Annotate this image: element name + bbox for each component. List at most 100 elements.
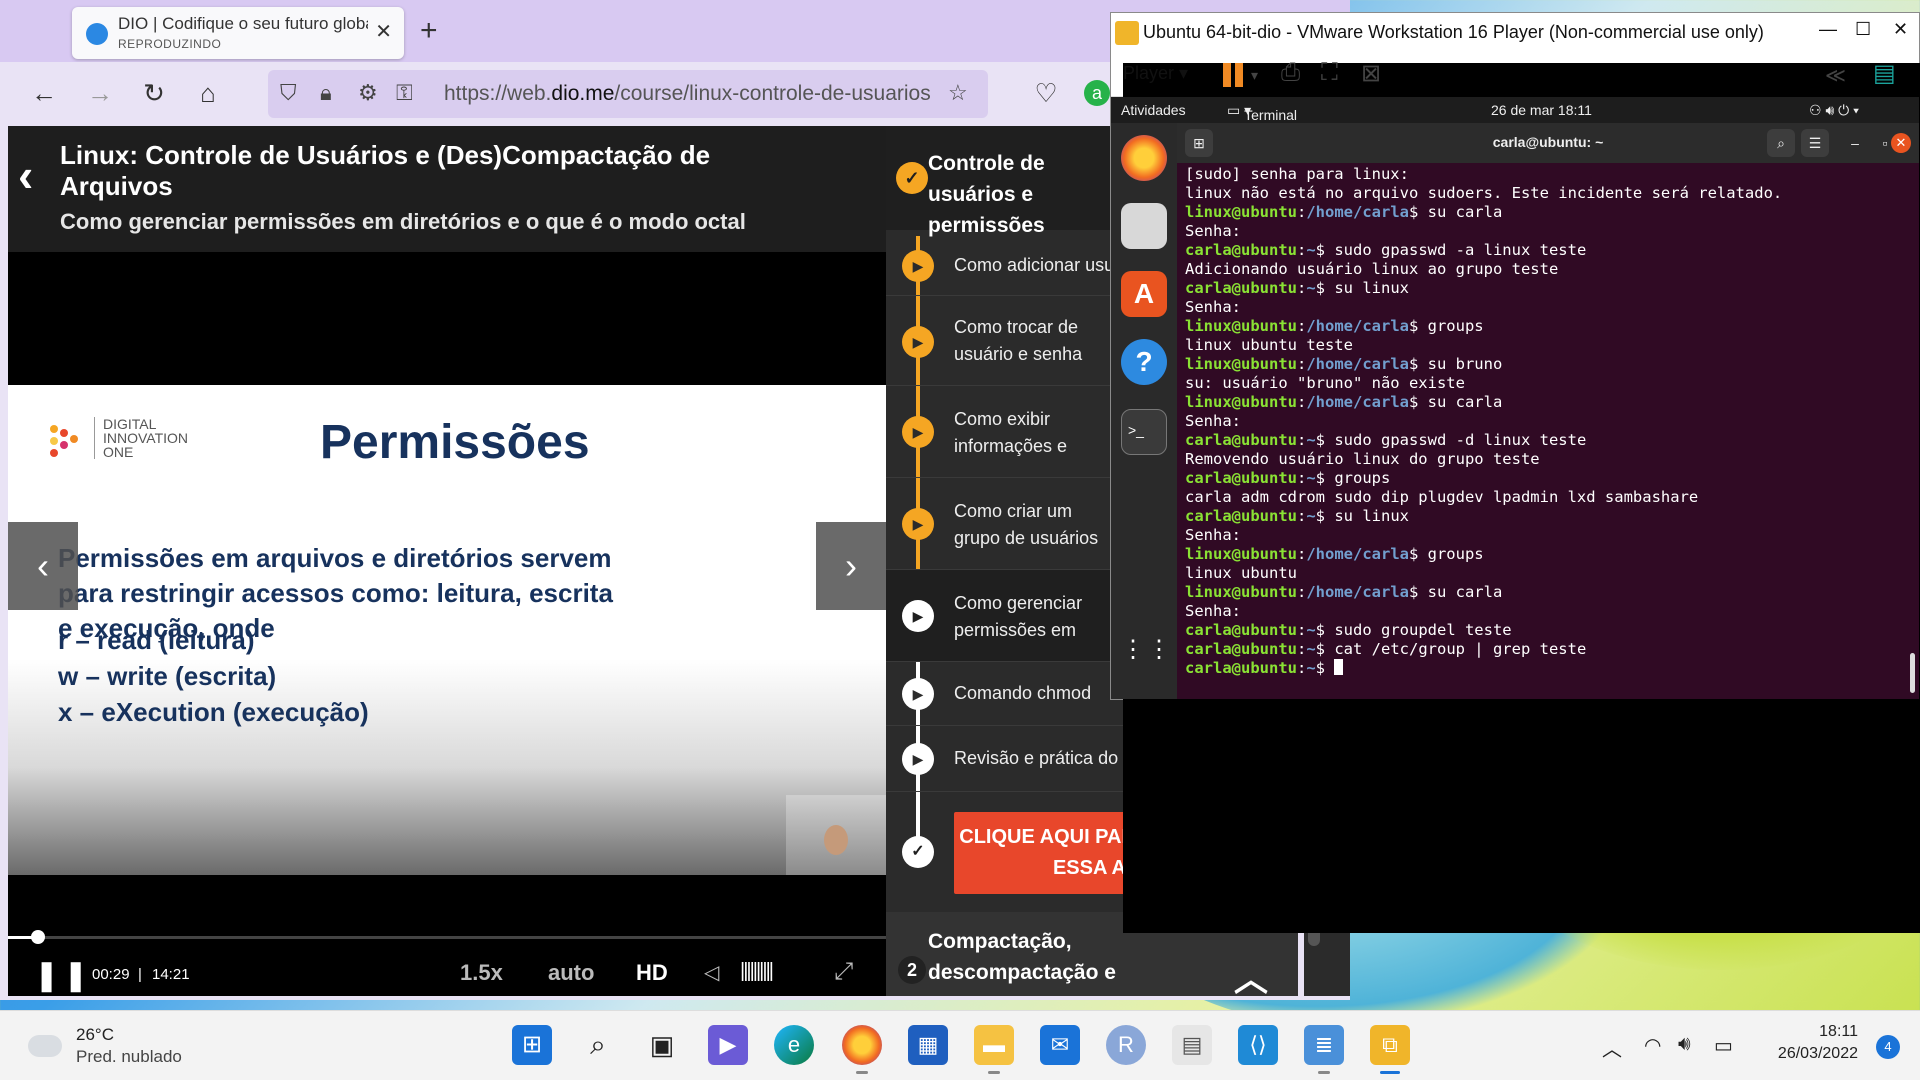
play-icon: ▶ — [902, 600, 934, 632]
close-icon[interactable]: ✕ — [1893, 19, 1908, 40]
terminal-line: linux ubuntu — [1185, 564, 1297, 582]
course-back-chevron-icon[interactable]: ‹ — [18, 148, 33, 202]
store-icon[interactable]: ▦ — [908, 1025, 948, 1065]
system-tray-icons[interactable]: ⚇ 🔊︎ ⏻ ▾ — [1809, 102, 1859, 119]
show-apps-grid-icon[interactable]: ⋮⋮⋮ — [1121, 627, 1197, 673]
play-icon: ▶ — [902, 678, 934, 710]
weather-forecast: Pred. nublado — [76, 1047, 182, 1066]
extension-icon[interactable]: a — [1084, 80, 1110, 106]
terminal-close-icon[interactable]: ✕ — [1891, 133, 1911, 153]
notification-badge[interactable]: 4 — [1876, 1035, 1900, 1059]
document-icon[interactable]: ▤ — [1172, 1025, 1212, 1065]
running-indicator — [856, 1071, 868, 1074]
reload-icon[interactable]: ↻ — [138, 77, 170, 109]
teams-chat-icon[interactable]: ▶ — [708, 1025, 748, 1065]
notepad-icon[interactable]: ≣ — [1304, 1025, 1344, 1065]
temperature: 26°C — [76, 1025, 114, 1044]
new-tab-button[interactable]: + — [420, 14, 438, 48]
library-icon[interactable]: ▤ — [1873, 59, 1896, 88]
speed-button[interactable]: 1.5x — [460, 960, 503, 986]
previous-slide-button[interactable]: ‹ — [8, 522, 78, 610]
hd-button[interactable]: HD — [636, 960, 668, 986]
pocket-icon[interactable]: ♡ — [1030, 77, 1062, 109]
vm-pause-icon[interactable] — [1223, 63, 1247, 87]
permissions-icon[interactable]: ⚙ — [358, 80, 378, 106]
lock-icon[interactable]: 🔒︎ — [320, 80, 332, 106]
firefox-icon[interactable] — [1121, 135, 1167, 181]
edge-icon[interactable]: e — [774, 1025, 814, 1065]
r-app-icon[interactable]: R — [1106, 1025, 1146, 1065]
task-view-icon[interactable]: ▣ — [642, 1025, 682, 1065]
pause-icon[interactable]: ❚❚ — [34, 958, 92, 993]
taskbar-clock[interactable]: 18:11 26/03/2022 — [1778, 1021, 1858, 1065]
section-number: 2 — [898, 956, 926, 984]
address-bar[interactable]: ⛉ 🔒︎ ⚙ ⚿ https://web.dio.me/course/linux… — [268, 70, 988, 118]
files-icon[interactable] — [1121, 203, 1167, 249]
terminal-app-menu[interactable]: ▭ Terminal ▾ — [1227, 102, 1297, 123]
search-icon[interactable]: ⌕ — [578, 1025, 618, 1065]
mail-icon[interactable]: ✉ — [1040, 1025, 1080, 1065]
terminal-line: linux@ubuntu:/home/carla$ su bruno — [1185, 355, 1503, 373]
maximize-icon[interactable]: ☐ — [1855, 19, 1871, 40]
battery-icon[interactable]: ▭ — [1714, 1033, 1733, 1058]
progress-knob[interactable] — [30, 930, 45, 944]
unity-icon[interactable]: ⊠ — [1361, 59, 1381, 88]
vmware-titlebar[interactable]: Ubuntu 64-bit-dio - VMware Workstation 1… — [1111, 13, 1919, 53]
terminal-icon[interactable]: >_ — [1121, 409, 1167, 455]
terminal-window[interactable]: ⊞ carla@ubuntu: ~ ⌕ ☰ – ▫ ✕ [sudo] senha… — [1177, 123, 1919, 699]
speaker-icon[interactable]: 🔊︎ — [1678, 1033, 1691, 1056]
hamburger-menu-icon[interactable]: ☰ — [1801, 129, 1829, 157]
browser-tab-dio[interactable]: DIO | Codifique o seu futuro global REPR… — [72, 7, 404, 59]
volume-slider[interactable]: |||||||||| — [740, 960, 774, 983]
forward-arrow-icon[interactable]: → — [84, 77, 116, 109]
bookmark-star-icon[interactable]: ☆ — [948, 80, 968, 106]
minimize-icon[interactable]: — — [1819, 19, 1837, 40]
help-icon[interactable]: ? — [1121, 339, 1167, 385]
activities-button[interactable]: Atividades — [1121, 102, 1186, 118]
send-ctrl-alt-del-icon[interactable]: ⎙ — [1281, 59, 1300, 87]
software-center-icon[interactable]: A — [1121, 271, 1167, 317]
dio-logo-text: DIGITAL INNOVATION ONE — [94, 417, 188, 459]
volume-icon[interactable]: ◁ — [704, 960, 719, 985]
terminal-output[interactable]: [sudo] senha para linux: linux não está n… — [1185, 165, 1905, 678]
vscode-icon[interactable]: ⟨⟩ — [1238, 1025, 1278, 1065]
url-text[interactable]: https://web.dio.me/course/linux-controle… — [444, 82, 944, 106]
key-icon[interactable]: ⚿ — [396, 80, 413, 106]
quality-auto-button[interactable]: auto — [548, 960, 594, 986]
terminal-line: Adicionando usuário linux ao grupo teste — [1185, 260, 1559, 278]
current-time: 00:29 — [92, 966, 130, 983]
tracking-shield-icon[interactable]: ⛉ — [280, 80, 297, 106]
pause-dropdown-icon[interactable]: ▾ — [1251, 67, 1258, 84]
wifi-icon[interactable]: ◠ — [1644, 1033, 1661, 1058]
video-duration: 14:21 — [152, 966, 190, 983]
collapse-icon[interactable]: ≪ — [1825, 63, 1846, 88]
terminal-minimize-icon[interactable]: – — [1841, 129, 1869, 157]
terminal-search-icon[interactable]: ⌕ — [1767, 129, 1795, 157]
fullscreen-icon[interactable]: ⤢ — [834, 958, 853, 986]
vmware-title: Ubuntu 64-bit-dio - VMware Workstation 1… — [1143, 22, 1764, 42]
play-icon: ▶ — [902, 416, 934, 448]
windows-start-icon[interactable]: ⊞ — [512, 1025, 552, 1065]
video-progress-bar[interactable] — [8, 930, 886, 944]
terminal-line: carla@ubuntu:~$ — [1185, 659, 1905, 678]
firefox-taskbar-icon[interactable] — [842, 1025, 882, 1065]
file-explorer-icon[interactable]: ▬ — [974, 1025, 1014, 1065]
play-icon: ▶ — [902, 250, 934, 282]
play-icon: ▶ — [902, 326, 934, 358]
gnome-clock[interactable]: 26 de mar 18:11 — [1491, 102, 1592, 118]
terminal-scrollbar[interactable] — [1910, 653, 1915, 693]
terminal-headerbar[interactable]: ⊞ carla@ubuntu: ~ ⌕ ☰ – ▫ ✕ — [1177, 123, 1919, 163]
show-hidden-icons-chevron-icon[interactable]: ︿ — [1602, 1033, 1622, 1062]
video-player[interactable]: ‹ Linux: Controle de Usuários e (Des)Com… — [8, 126, 886, 996]
active-indicator — [1380, 1071, 1400, 1074]
vmware-taskbar-icon[interactable]: ⧉ — [1370, 1025, 1410, 1065]
fit-guest-icon[interactable]: ⛶ — [1321, 59, 1338, 87]
ubuntu-desktop: Atividades ▭ Terminal ▾ 26 de mar 18:11 … — [1111, 97, 1919, 699]
terminal-line: carla@ubuntu:~$ sudo groupdel teste — [1185, 621, 1512, 639]
running-indicator — [988, 1071, 1000, 1074]
chevron-up-icon[interactable]: ︿ — [1234, 952, 1268, 1001]
next-slide-button[interactable]: › — [816, 522, 886, 610]
tab-close-icon[interactable]: ✕ — [375, 19, 392, 44]
back-arrow-icon[interactable]: ← — [28, 77, 60, 109]
home-icon[interactable]: ⌂ — [192, 77, 224, 109]
